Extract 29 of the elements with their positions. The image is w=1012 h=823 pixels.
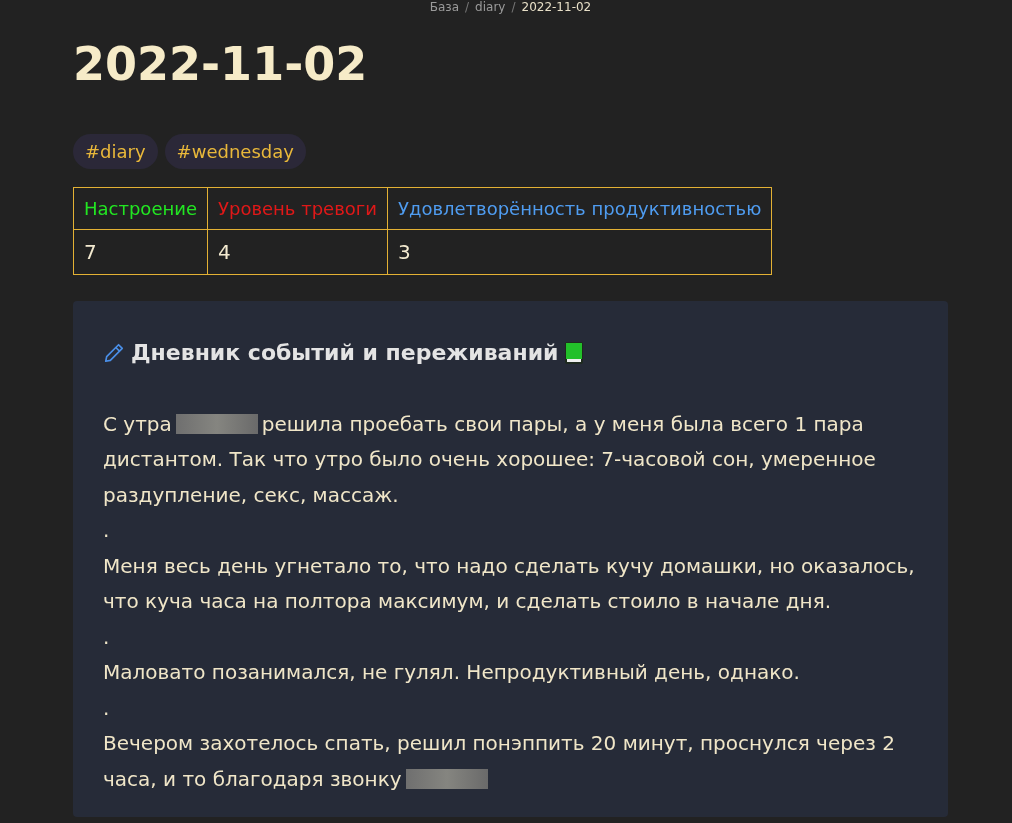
paragraph-text: дистантом. Так что утро было очень хорошее: 7-часовой сон, умеренное: [103, 446, 876, 473]
breadcrumb-separator: /: [465, 0, 470, 14]
breadcrumb-link[interactable]: diary: [475, 0, 506, 14]
pencil-icon: [103, 341, 125, 364]
book-icon: [564, 340, 585, 365]
paragraph-text: Маловато позанимался, не гулял. Непродуктивный день, однако.: [103, 659, 800, 686]
column-header: Удовлетворённость продуктивностью: [387, 187, 772, 230]
paragraph-text: Меня весь день угнетало то, что надо сделать кучу домашки, но оказалось,: [103, 552, 915, 580]
paragraph-text: Вечером захотелось спать, решил понэппить 20 минут, проснулся через 2: [103, 730, 895, 757]
table-cell: 4: [207, 229, 388, 275]
paragraph-text: .: [103, 694, 110, 722]
callout-title: Дневник событий и переживаний: [131, 339, 559, 367]
breadcrumb-current: 2022-11-02: [521, 0, 592, 14]
paragraph-text: решила проебать свои пары, а у меня была всего 1 пара: [261, 410, 864, 438]
tag-pill[interactable]: #wednesday: [164, 134, 306, 169]
breadcrumb-link[interactable]: База: [429, 0, 460, 14]
paragraph-text: С утра: [103, 410, 172, 438]
note-title: 2022-11-02: [73, 36, 369, 93]
paragraph-text: .: [103, 623, 110, 651]
table-cell: 7: [73, 229, 208, 275]
paragraph-text: часа, и то благодаря звонку: [103, 765, 402, 793]
paragraph-text: .: [103, 517, 110, 544]
breadcrumb-separator: /: [511, 0, 516, 14]
column-header: Настроение: [73, 187, 208, 230]
paragraph-text: что куча часа на полтора максимум, и сделать стоило в начале дня.: [103, 588, 832, 615]
paragraph-text: раздупление, секс, массаж.: [103, 481, 399, 509]
tag-pill[interactable]: #diary: [73, 134, 158, 169]
column-header: Уровень тревоги: [207, 187, 388, 230]
table-cell: 3: [387, 229, 772, 275]
